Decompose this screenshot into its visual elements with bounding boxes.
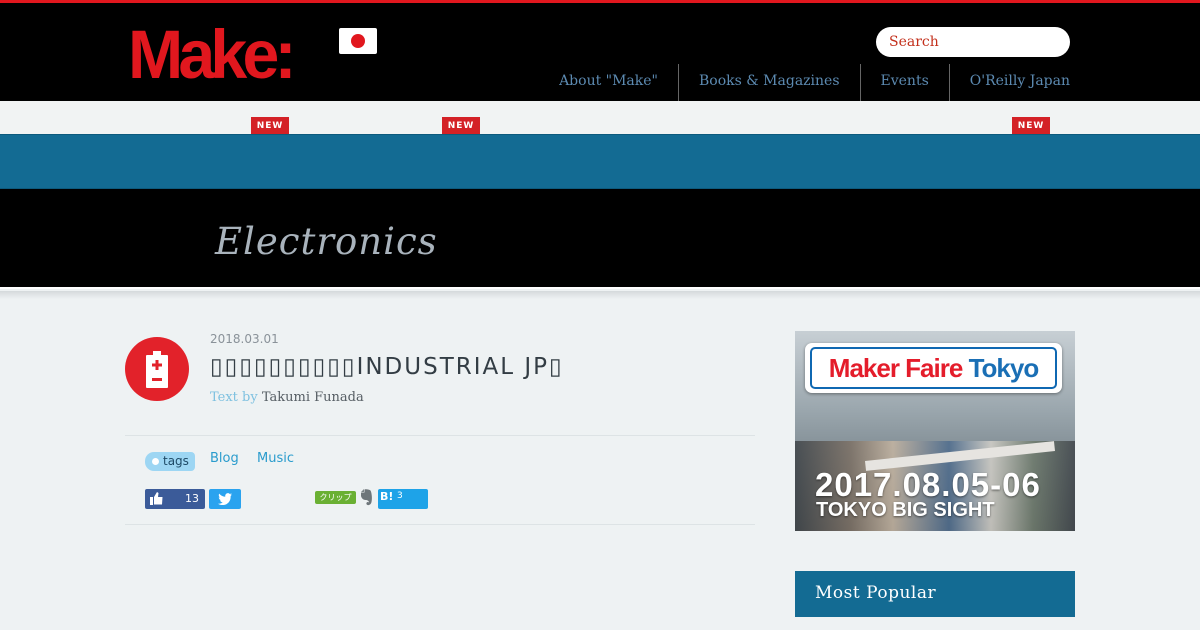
category-icon (125, 337, 189, 401)
facebook-like-count: 13 (185, 492, 199, 505)
banner-shadow (0, 291, 1200, 299)
article-date: 2018.03.01 (210, 332, 279, 346)
blue-banner (0, 134, 1200, 189)
maker-faire-tokyo-ad[interactable]: Maker Faire Tokyo 2017.08.05-06 TOKYO BI… (795, 331, 1075, 531)
clip-button[interactable]: クリップ (315, 491, 356, 504)
tags-label: tags (145, 452, 195, 471)
thumbs-up-icon (150, 492, 163, 505)
hatena-count: 3 (397, 491, 403, 501)
ad-brand-maker-faire: Maker Faire (828, 353, 964, 383)
facebook-like-button[interactable]: 13 (145, 489, 205, 509)
search-input[interactable] (876, 27, 1070, 57)
category-banner: Electronics (0, 189, 1200, 289)
site-header: Make: About "Make" Books & Magazines Eve… (0, 3, 1200, 101)
most-popular-header: Most Popular (795, 571, 1075, 617)
twitter-tweet-button[interactable] (209, 489, 241, 509)
article-byline: Text by Takumi Funada (210, 390, 364, 405)
new-badge: NEW (1012, 117, 1050, 134)
ad-brand-tokyo: Tokyo (968, 353, 1040, 383)
tag-link-music[interactable]: Music (257, 451, 294, 466)
twitter-bird-icon (218, 493, 232, 505)
ad-venue: TOKYO BIG SIGHT (816, 499, 995, 521)
battery-icon (146, 351, 168, 388)
author-link[interactable]: Takumi Funada (262, 390, 364, 405)
new-badge: NEW (251, 117, 289, 134)
divider (125, 435, 755, 436)
nav-events[interactable]: Events (859, 64, 949, 101)
evernote-icon[interactable] (359, 489, 373, 506)
hatena-b-icon: B! (380, 490, 394, 503)
article-title[interactable]: ▯▯▯▯▯▯▯▯▯▯INDUSTRIAL JP▯ (210, 354, 564, 380)
new-badge: NEW (442, 117, 480, 134)
ad-logo-sign: Maker Faire Tokyo (805, 343, 1062, 393)
hatena-bookmark-button[interactable]: B! 3 (378, 489, 428, 509)
most-popular-title: Most Popular (815, 583, 937, 603)
nav-books-magazines[interactable]: Books & Magazines (678, 64, 860, 101)
make-logo[interactable]: Make: (128, 20, 297, 90)
japan-flag-icon (339, 28, 377, 54)
main-nav: About "Make" Books & Magazines Events O'… (539, 64, 1070, 101)
byline-label: Text by (210, 390, 258, 405)
category-title: Electronics (215, 220, 438, 263)
divider (125, 524, 755, 525)
nav-oreilly-japan[interactable]: O'Reilly Japan (948, 64, 1070, 101)
tag-link-blog[interactable]: Blog (210, 451, 239, 466)
nav-about-make[interactable]: About "Make" (539, 64, 678, 101)
tag-icon (152, 458, 159, 465)
